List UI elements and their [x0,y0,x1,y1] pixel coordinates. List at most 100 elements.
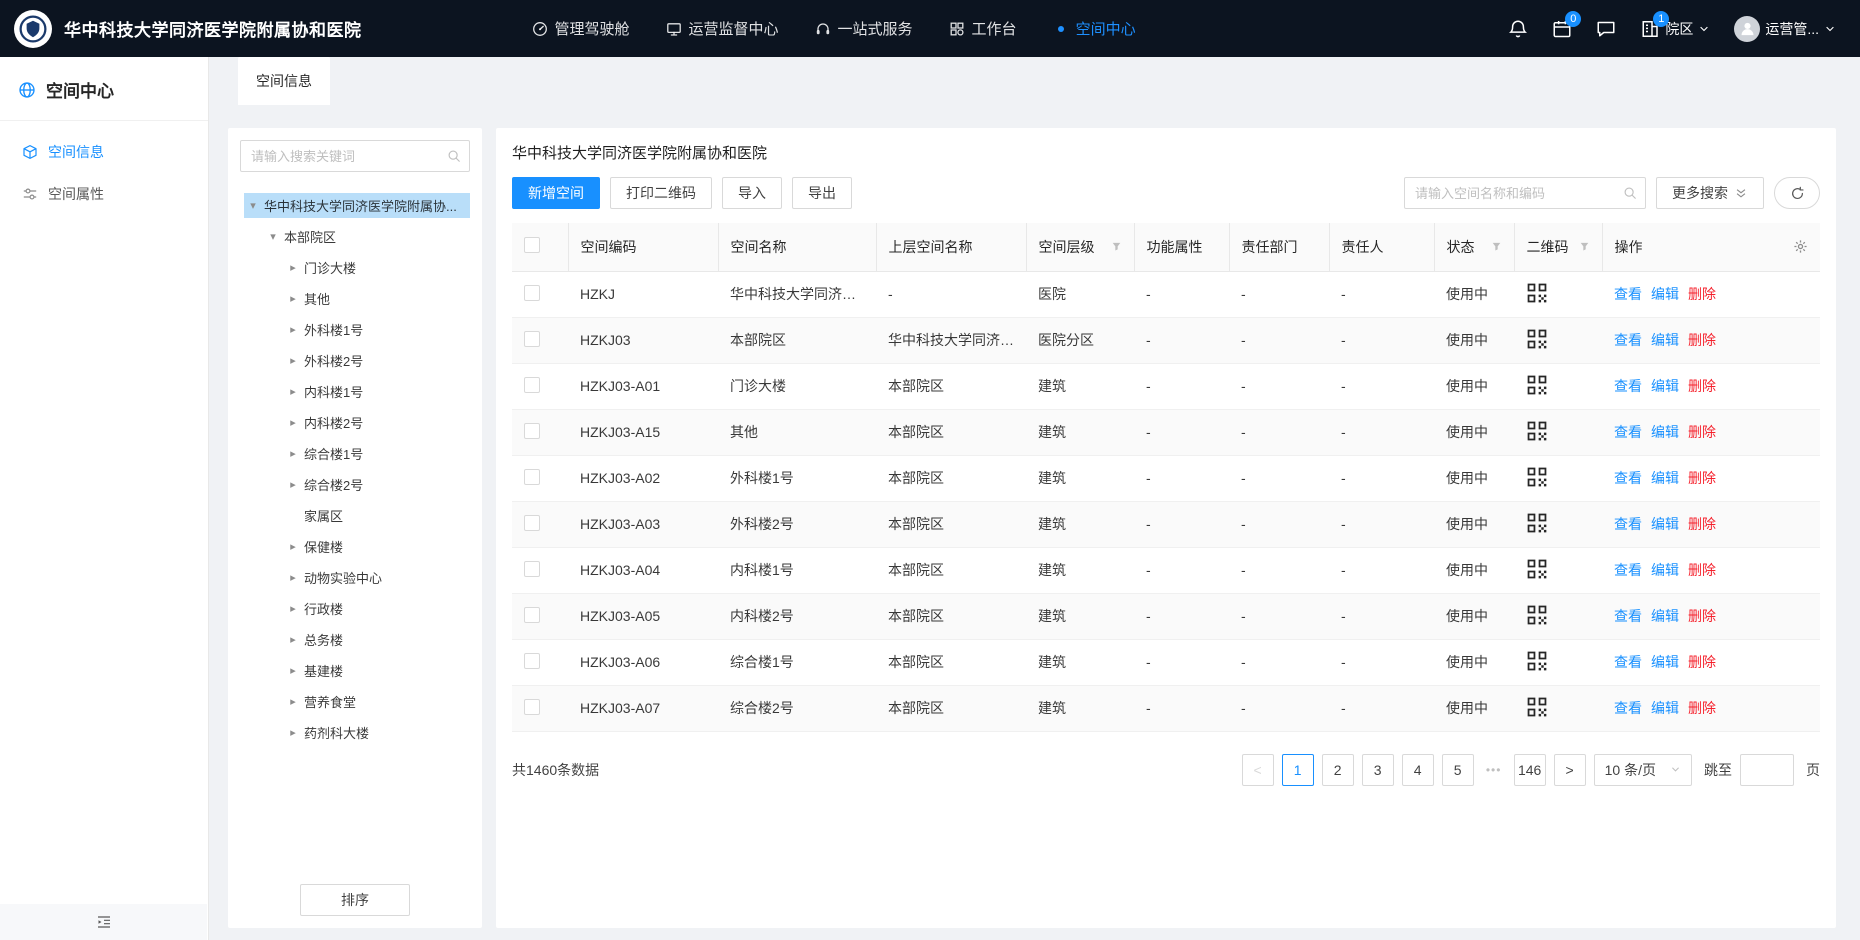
tree-caret-icon[interactable]: ▸ [286,633,300,646]
row-checkbox[interactable] [524,699,540,715]
page-button[interactable]: 5 [1442,754,1474,786]
view-link[interactable]: 查看 [1614,470,1642,486]
tree-caret-icon[interactable]: ▸ [286,416,300,429]
page-button[interactable]: 1 [1282,754,1314,786]
tree-caret-icon[interactable]: ▸ [286,695,300,708]
view-link[interactable]: 查看 [1614,608,1642,624]
edit-link[interactable]: 编辑 [1651,470,1679,486]
row-checkbox[interactable] [524,653,540,669]
row-checkbox[interactable] [524,331,540,347]
tree-caret-icon[interactable]: ▸ [286,664,300,677]
tree-caret-icon[interactable]: ▸ [286,261,300,274]
edit-link[interactable]: 编辑 [1651,654,1679,670]
page-size-select[interactable]: 10 条/页 [1594,754,1692,786]
view-link[interactable]: 查看 [1614,332,1642,348]
jump-page-input[interactable] [1740,754,1794,786]
qr-code-icon[interactable] [1526,328,1548,350]
delete-link[interactable]: 删除 [1688,378,1716,394]
import-button[interactable]: 导入 [722,177,782,209]
row-checkbox[interactable] [524,607,540,623]
qr-code-icon[interactable] [1526,420,1548,442]
filter-funnel-icon[interactable] [1491,241,1502,252]
edit-link[interactable]: 编辑 [1651,286,1679,302]
page-button[interactable]: 3 [1362,754,1394,786]
delete-link[interactable]: 删除 [1688,332,1716,348]
tree-caret-icon[interactable]: ▾ [266,230,280,243]
next-page-button[interactable]: > [1554,754,1586,786]
sidebar-item[interactable]: 空间属性 [0,173,208,215]
row-checkbox[interactable] [524,423,540,439]
tree-node[interactable]: ▸内科楼2号 [240,407,470,438]
view-link[interactable]: 查看 [1614,562,1642,578]
filter-funnel-icon[interactable] [1111,241,1122,252]
nav-item[interactable]: 一站式服务 [815,0,913,57]
qr-code-icon[interactable] [1526,466,1548,488]
tree-node[interactable]: ▸其他 [240,283,470,314]
tree-node[interactable]: ▸药剂科大楼 [240,717,470,748]
user-dropdown[interactable]: 运营管... [1734,16,1836,42]
tree-caret-icon[interactable]: ▸ [286,540,300,553]
qr-code-icon[interactable] [1526,696,1548,718]
edit-link[interactable]: 编辑 [1651,378,1679,394]
tab-space-info[interactable]: 空间信息 [238,57,330,105]
campus-dropdown[interactable]: 1 院区 [1640,19,1710,39]
tree-node[interactable]: ▸基建楼 [240,655,470,686]
more-search-button[interactable]: 更多搜索 [1656,177,1764,209]
tree-caret-icon[interactable]: ▸ [286,478,300,491]
delete-link[interactable]: 删除 [1688,654,1716,670]
view-link[interactable]: 查看 [1614,378,1642,394]
edit-link[interactable]: 编辑 [1651,424,1679,440]
tree-caret-icon[interactable]: ▸ [286,571,300,584]
tree-node[interactable]: ▸外科楼1号 [240,314,470,345]
edit-link[interactable]: 编辑 [1651,516,1679,532]
search-icon[interactable] [447,149,461,163]
tree-caret-icon[interactable]: ▸ [286,323,300,336]
tree-node[interactable]: ▸保健楼 [240,531,470,562]
delete-link[interactable]: 删除 [1688,286,1716,302]
tree-node[interactable]: ▸外科楼2号 [240,345,470,376]
edit-link[interactable]: 编辑 [1651,608,1679,624]
calendar-button[interactable]: 0 [1552,19,1572,39]
row-checkbox[interactable] [524,285,540,301]
sort-button[interactable]: 排序 [300,884,410,916]
tree-caret-icon[interactable]: ▸ [286,447,300,460]
table-search-input[interactable] [1404,177,1646,209]
row-checkbox[interactable] [524,561,540,577]
edit-link[interactable]: 编辑 [1651,332,1679,348]
delete-link[interactable]: 删除 [1688,424,1716,440]
tree-node[interactable]: ▸行政楼 [240,593,470,624]
qr-code-icon[interactable] [1526,512,1548,534]
row-checkbox[interactable] [524,377,540,393]
tree-node[interactable]: ▸综合楼2号 [240,469,470,500]
view-link[interactable]: 查看 [1614,700,1642,716]
tree-node[interactable]: ▾本部院区 [240,221,470,252]
delete-link[interactable]: 删除 [1688,516,1716,532]
filter-funnel-icon[interactable] [1579,241,1590,252]
tree-node[interactable]: ▸综合楼1号 [240,438,470,469]
view-link[interactable]: 查看 [1614,516,1642,532]
row-checkbox[interactable] [524,515,540,531]
tree-caret-icon[interactable]: ▸ [286,385,300,398]
edit-link[interactable]: 编辑 [1651,700,1679,716]
tree-search-input[interactable] [240,140,470,172]
view-link[interactable]: 查看 [1614,654,1642,670]
tree-node[interactable]: ▾华中科技大学同济医学院附属协... [240,190,470,221]
tree-caret-icon[interactable]: ▸ [286,602,300,615]
view-link[interactable]: 查看 [1614,286,1642,302]
notification-bell-button[interactable] [1508,19,1528,39]
prev-page-button[interactable]: < [1242,754,1274,786]
delete-link[interactable]: 删除 [1688,470,1716,486]
last-page-button[interactable]: 146 [1514,754,1546,786]
qr-code-icon[interactable] [1526,282,1548,304]
qr-code-icon[interactable] [1526,558,1548,580]
qr-code-icon[interactable] [1526,374,1548,396]
page-ellipsis[interactable]: ••• [1482,763,1506,777]
tree-caret-icon[interactable]: ▸ [286,726,300,739]
qr-code-icon[interactable] [1526,604,1548,626]
tree-node[interactable]: 家属区 [240,500,470,531]
nav-item[interactable]: 空间中心 [1053,0,1136,57]
message-button[interactable] [1596,19,1616,39]
refresh-button[interactable] [1774,177,1820,209]
tree-node[interactable]: ▸门诊大楼 [240,252,470,283]
page-button[interactable]: 2 [1322,754,1354,786]
